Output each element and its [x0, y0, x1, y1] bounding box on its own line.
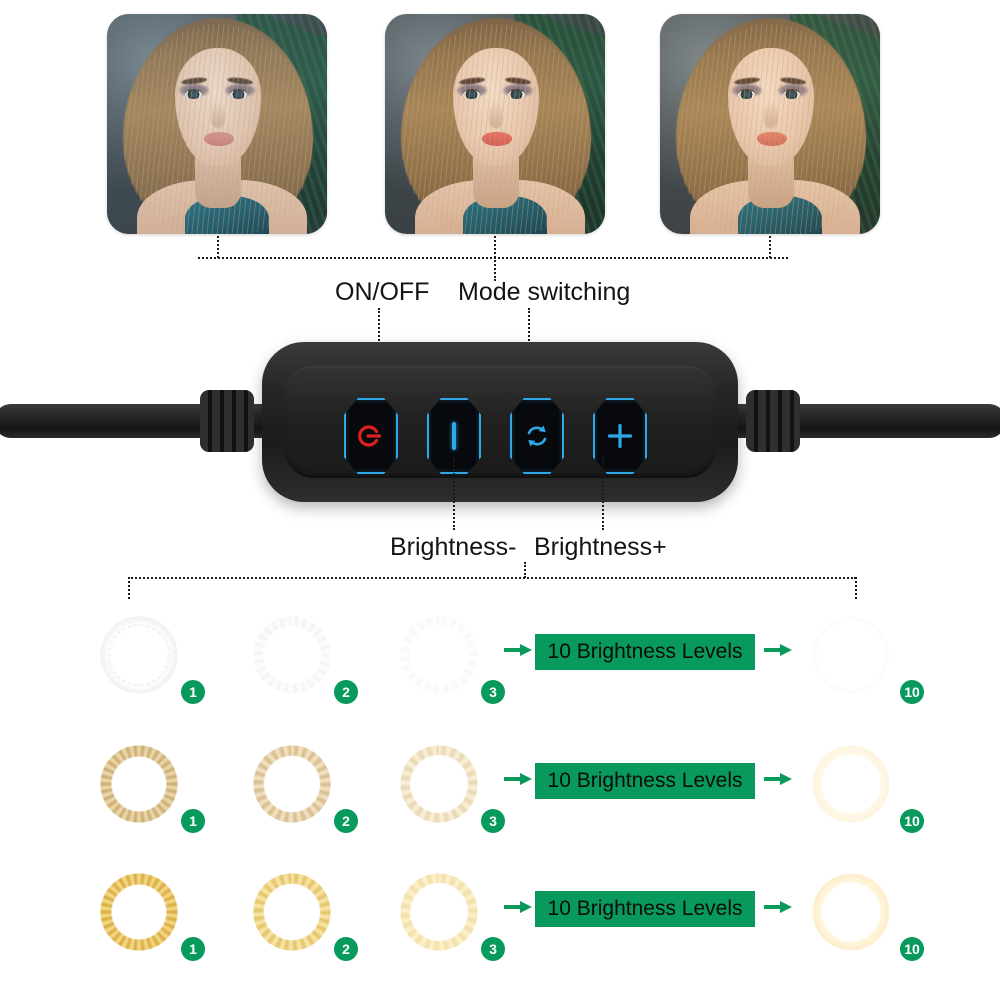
controller-body — [262, 342, 738, 502]
level-badge: 10 — [900, 809, 924, 833]
ring-light-warmwhite-level-1 — [85, 730, 193, 838]
photo-neutral-light — [385, 14, 605, 234]
portrait-scene — [107, 14, 327, 234]
brightness-levels-bar-label: 10 Brightness Levels — [547, 897, 743, 920]
level-badge: 2 — [334, 809, 358, 833]
lower-bracket-rail — [128, 577, 856, 579]
lighting-overlay-warm — [660, 14, 880, 234]
ring-light-warmwhite-level-3 — [385, 730, 493, 838]
portrait-scene — [385, 14, 605, 234]
mode-switch-button[interactable] — [510, 398, 564, 474]
ring-light-warmyellow-level-1 — [85, 858, 193, 966]
controller-face-panel — [284, 366, 716, 478]
ring-light-warmyellow-level-2 — [238, 858, 346, 966]
green-arrow-left — [504, 773, 532, 785]
level-badge: 1 — [181, 937, 205, 961]
label-mode-switching: Mode switching — [458, 278, 631, 306]
brightness-levels-bar-warmyellow: 10 Brightness Levels — [535, 891, 755, 927]
level-badge: 2 — [334, 937, 358, 961]
bracket-tick-photo-1 — [217, 236, 219, 258]
green-arrow-right — [764, 644, 792, 656]
lighting-overlay-neutral — [385, 14, 605, 234]
lighting-overlay-cool — [107, 14, 327, 234]
lower-bracket-tick-left — [128, 577, 130, 599]
brightness-up-leader — [602, 458, 604, 530]
ring-light-white-level-2 — [238, 601, 346, 709]
green-arrow-left — [504, 901, 532, 913]
level-badge: 1 — [181, 680, 205, 704]
ring-light-warmwhite-level-2 — [238, 730, 346, 838]
level-badge: 3 — [481, 809, 505, 833]
lower-bracket-tick-right — [855, 577, 857, 599]
ring-light-white-level-3 — [385, 601, 493, 709]
green-arrow-right — [764, 773, 792, 785]
green-arrow-right — [764, 901, 792, 913]
power-icon — [358, 425, 382, 447]
level-badge: 2 — [334, 680, 358, 704]
refresh-cycle-icon — [527, 425, 547, 447]
label-brightness-up: Brightness+ — [534, 533, 667, 561]
lower-bracket-drop — [524, 562, 526, 578]
brightness-levels-bar-label: 10 Brightness Levels — [547, 640, 743, 663]
photo-cool-white-light — [107, 14, 327, 234]
green-arrow-left — [504, 644, 532, 656]
plus-icon — [607, 423, 633, 449]
strain-relief-left — [200, 390, 254, 452]
level-badge: 3 — [481, 937, 505, 961]
level-badge: 10 — [900, 680, 924, 704]
brightness-levels-bar-label: 10 Brightness Levels — [547, 769, 743, 792]
ring-light-white-level-10 — [797, 601, 905, 709]
ring-light-warmyellow-level-3 — [385, 858, 493, 966]
brightness-levels-bar-warmwhite: 10 Brightness Levels — [535, 763, 755, 799]
portrait-scene — [660, 14, 880, 234]
minus-bar-icon — [452, 422, 456, 450]
ring-light-white-level-1 — [85, 601, 193, 709]
photo-warm-light — [660, 14, 880, 234]
power-button[interactable] — [344, 398, 398, 474]
brightness-levels-bar-white: 10 Brightness Levels — [535, 634, 755, 670]
level-badge: 3 — [481, 680, 505, 704]
bracket-tick-photo-2 — [494, 236, 496, 258]
top-bracket-rail — [198, 257, 788, 259]
brightness-down-leader — [453, 458, 455, 530]
label-brightness-down: Brightness- — [390, 533, 517, 561]
ring-light-warmwhite-level-10 — [797, 730, 905, 838]
ring-light-warmyellow-level-10 — [797, 858, 905, 966]
level-badge: 10 — [900, 937, 924, 961]
label-on-off: ON/OFF — [335, 278, 430, 306]
strain-relief-right — [746, 390, 800, 452]
level-badge: 1 — [181, 809, 205, 833]
bracket-tick-photo-3 — [769, 236, 771, 258]
